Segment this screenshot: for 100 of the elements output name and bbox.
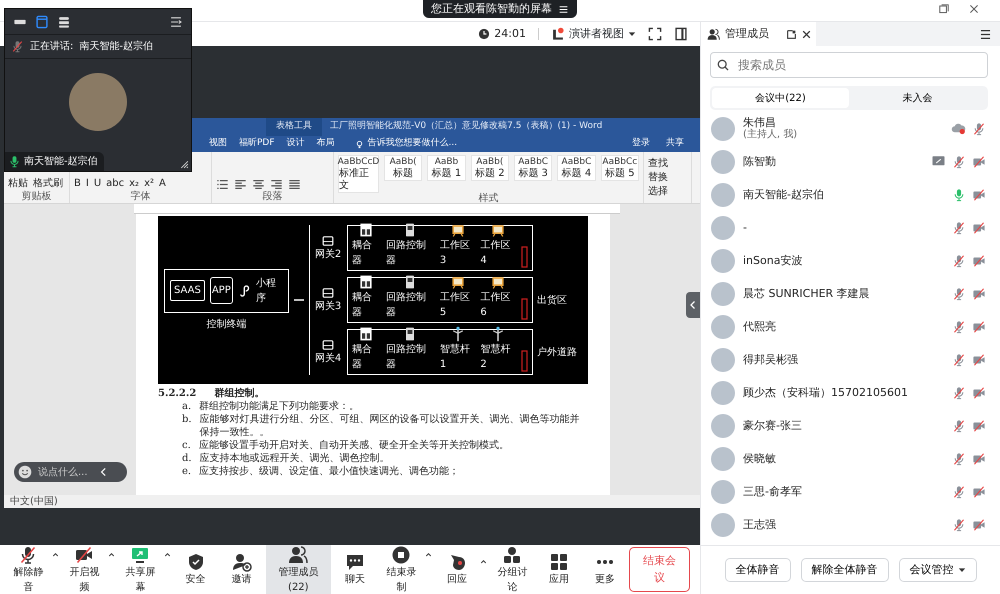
mic-muted-icon[interactable]: [952, 320, 966, 334]
mic-muted-icon[interactable]: [952, 518, 966, 532]
align-center-icon[interactable]: [252, 178, 265, 191]
chat-icon: [344, 552, 365, 572]
toolbar-button[interactable]: 应用: [536, 549, 581, 590]
meeting-controls-dropdown[interactable]: 会议管控: [898, 558, 976, 582]
mic-muted-icon[interactable]: [952, 254, 966, 268]
resize-grip-icon[interactable]: [178, 158, 189, 169]
mic-muted-icon[interactable]: [952, 484, 966, 498]
mic-muted-icon[interactable]: [11, 40, 24, 53]
restore-icon[interactable]: [938, 3, 950, 15]
sidebar-toggle-icon[interactable]: [169, 14, 183, 28]
add-person-icon: [232, 552, 252, 572]
member-tab[interactable]: 会议中(22): [712, 88, 849, 108]
font-command[interactable]: B: [74, 176, 81, 191]
layout-icon[interactable]: [674, 27, 688, 41]
member-tab[interactable]: 未入会: [849, 88, 986, 108]
camera-off-icon[interactable]: [972, 320, 986, 334]
font-command[interactable]: I: [86, 176, 89, 191]
menu-icon[interactable]: [979, 28, 992, 40]
camera-off-icon[interactable]: [972, 518, 986, 532]
justify-icon[interactable]: [288, 178, 301, 191]
camera-off-icon[interactable]: [972, 352, 986, 366]
style-option[interactable]: AaBbCc 标题 5: [600, 155, 639, 181]
avatar: [711, 480, 735, 504]
bullets-icon[interactable]: [216, 178, 229, 191]
avatar: [711, 446, 735, 470]
align-right-icon[interactable]: [270, 178, 283, 191]
mini-program-icon: [238, 284, 252, 298]
window-icon[interactable]: [35, 14, 49, 28]
style-option[interactable]: AaBbC 标题 4: [557, 155, 596, 181]
font-command[interactable]: abc: [106, 176, 124, 191]
ribbon-command[interactable]: 查找: [648, 158, 668, 170]
style-option[interactable]: AaBbC 标题 3: [514, 155, 552, 181]
mic-muted-icon[interactable]: [952, 418, 966, 432]
menu-icon[interactable]: [558, 4, 569, 14]
camera-off-icon[interactable]: [972, 452, 986, 466]
floodlight-icon: [490, 222, 506, 238]
toolbar-button[interactable]: 安全: [174, 549, 218, 590]
toolbar-button[interactable]: 邀请: [220, 549, 264, 590]
ribbon-command[interactable]: 粘贴: [8, 176, 28, 191]
ribbon-tab[interactable]: 视图: [209, 137, 227, 151]
close-icon[interactable]: [801, 28, 812, 40]
mic-muted-icon[interactable]: [952, 154, 966, 168]
ribbon-command[interactable]: 格式刷: [33, 176, 63, 191]
view-mode-dropdown[interactable]: 演讲者视图: [551, 26, 636, 42]
font-command[interactable]: U: [94, 176, 102, 191]
camera-off-icon[interactable]: [972, 286, 986, 300]
camera-off-icon[interactable]: [972, 418, 986, 432]
style-option[interactable]: AaBb 标题 1: [427, 155, 466, 181]
style-option[interactable]: AaBbCcD 标准正文: [338, 155, 379, 193]
camera-off-icon[interactable]: [972, 484, 986, 498]
chat-input-field[interactable]: 说点什么...: [36, 464, 94, 480]
camera-off-icon[interactable]: [972, 188, 986, 202]
toolbar-button[interactable]: 分组讨论: [490, 542, 535, 594]
camera-off-icon[interactable]: [972, 220, 986, 234]
mic-muted-icon[interactable]: [952, 452, 966, 466]
chat-box[interactable]: 说点什么...: [14, 462, 127, 482]
mic-muted-icon[interactable]: [952, 386, 966, 400]
style-option[interactable]: AaBb( 标题 2: [470, 155, 509, 181]
ribbon-link[interactable]: 共享: [666, 137, 684, 151]
align-left-icon[interactable]: [234, 178, 247, 191]
list-marker: e.: [182, 465, 192, 478]
ribbon-command[interactable]: 替换: [648, 172, 668, 184]
toolbar-button[interactable]: 聊天: [332, 549, 377, 590]
camera-off-icon[interactable]: [972, 254, 986, 268]
camera-off-icon[interactable]: [972, 154, 986, 168]
toolbar-button[interactable]: 开启视频: [62, 542, 107, 594]
emoji-icon[interactable]: [18, 465, 32, 479]
panel-button[interactable]: 解除全体静音: [800, 558, 888, 582]
ribbon-tab[interactable]: 设计: [286, 137, 305, 151]
list-layout-icon[interactable]: [57, 14, 71, 28]
mic-muted-icon[interactable]: [952, 220, 966, 234]
fullscreen-icon[interactable]: [648, 27, 662, 41]
ribbon-command[interactable]: 选择: [648, 186, 668, 198]
toolbar-button[interactable]: 结束录制: [378, 542, 424, 594]
mic-muted-icon[interactable]: [972, 122, 986, 136]
close-icon[interactable]: [968, 3, 980, 15]
panel-collapse-handle[interactable]: [686, 292, 700, 318]
tell-me-box[interactable]: 告诉我您想要做什么...: [368, 137, 458, 151]
font-command[interactable]: x²: [144, 176, 154, 191]
end-meeting-button[interactable]: 结束会议: [628, 547, 690, 592]
panel-button[interactable]: 全体静音: [724, 558, 790, 582]
ribbon-tab[interactable]: 福昕PDF: [239, 137, 275, 151]
ribbon-link[interactable]: 登录: [632, 137, 650, 151]
camera-off-icon[interactable]: [972, 386, 986, 400]
toolbar-button[interactable]: 更多: [582, 549, 627, 590]
popout-icon[interactable]: [786, 28, 797, 40]
mic-icon[interactable]: [8, 155, 21, 168]
font-command[interactable]: x₂: [129, 176, 140, 191]
toolbar-button[interactable]: 共享屏幕: [118, 542, 163, 594]
search-box[interactable]: 搜索成员: [710, 52, 988, 78]
paragraph-text: 应支持本地或远程开关、调光、调色控制。: [200, 452, 390, 465]
style-option[interactable]: AaBb( 标题: [384, 155, 422, 181]
mic-muted-icon[interactable]: [952, 352, 966, 366]
toolbar-button[interactable]: 解除静音: [6, 542, 51, 594]
toolbar-button[interactable]: 回应: [434, 549, 479, 590]
ribbon-tab[interactable]: 布局: [316, 137, 335, 151]
mic-muted-icon[interactable]: [952, 286, 966, 300]
font-command[interactable]: A: [159, 176, 166, 191]
